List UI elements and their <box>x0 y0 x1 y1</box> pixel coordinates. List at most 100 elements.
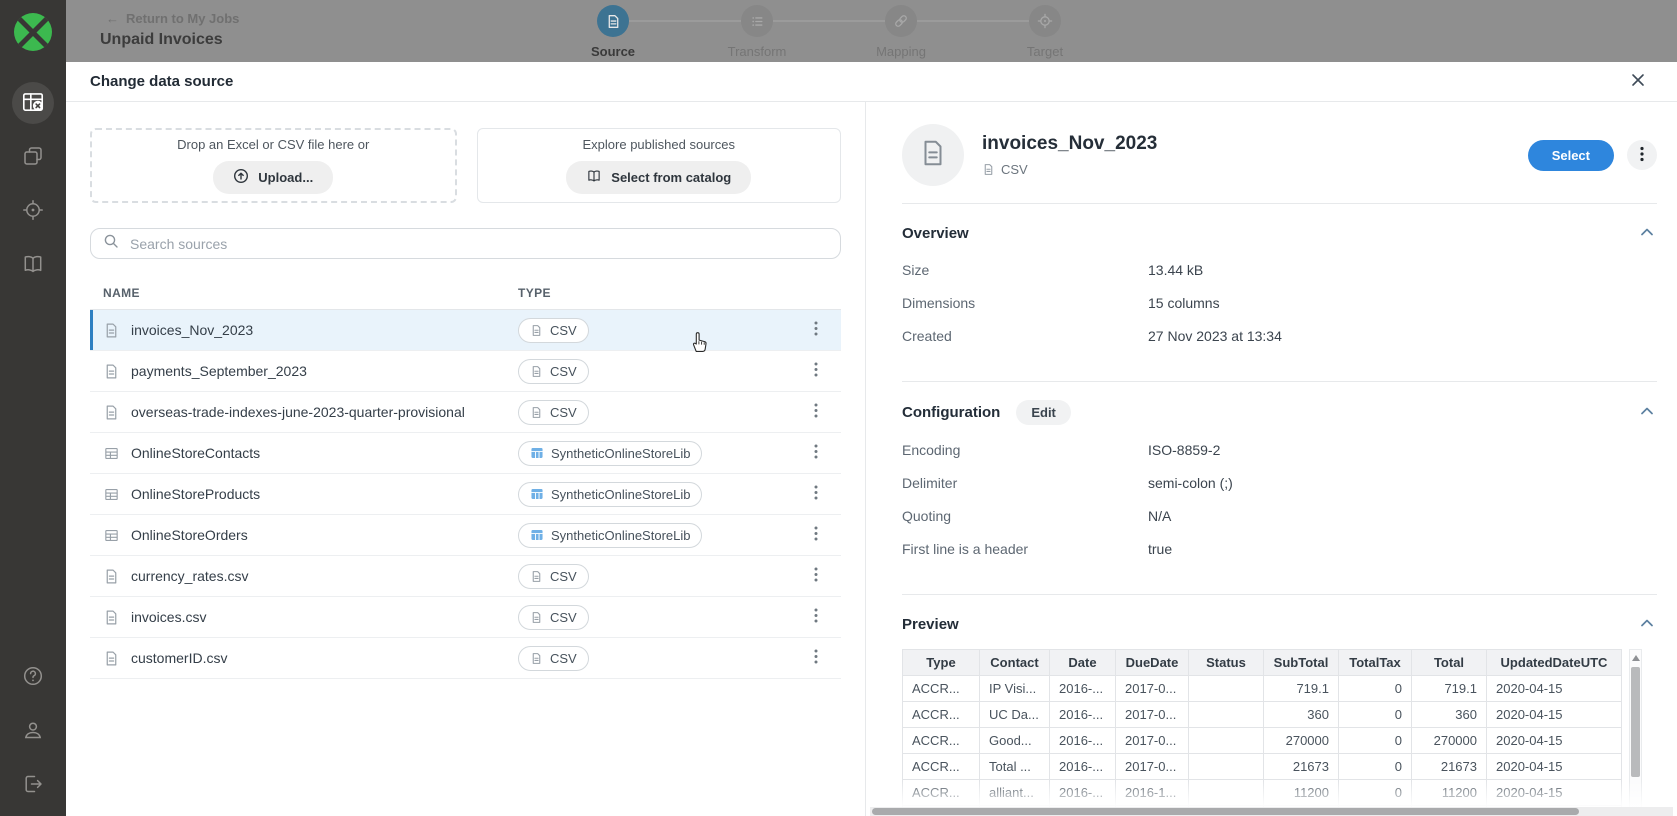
step-transform[interactable]: Transform <box>741 5 773 37</box>
preview-cell: Good... <box>980 728 1050 754</box>
scroll-up-arrow-icon <box>1632 655 1640 661</box>
preview-vertical-scrollbar[interactable] <box>1629 649 1642 816</box>
chevron-up-icon[interactable] <box>1637 222 1657 245</box>
step-connector <box>629 20 741 22</box>
row-menu-button[interactable] <box>803 563 829 589</box>
book-icon <box>586 168 602 187</box>
sidebar-item-help[interactable] <box>12 656 54 698</box>
source-details-pane: invoices_Nov_2023 CSV Select <box>866 102 1677 816</box>
sidebar-item-locate[interactable] <box>12 190 54 232</box>
logout-icon <box>21 772 45 799</box>
sources-table: NAME TYPE invoices_Nov_2023CSVpayments_S… <box>90 286 841 679</box>
source-row[interactable]: customerID.csv CSV <box>90 638 841 679</box>
chevron-up-icon[interactable] <box>1637 613 1657 636</box>
type-label: CSV <box>550 610 577 625</box>
kebab-icon <box>814 567 818 585</box>
row-menu-button[interactable] <box>803 604 829 630</box>
source-name: invoices_Nov_2023 <box>131 322 253 338</box>
search-sources-box <box>90 228 841 259</box>
search-sources-input[interactable] <box>128 235 828 253</box>
config-value: true <box>1148 541 1172 557</box>
source-row[interactable]: OnlineStoreProductsSyntheticOnlineStoreL… <box>90 474 841 515</box>
step-source[interactable]: Source <box>597 5 629 37</box>
type-label: CSV <box>550 569 577 584</box>
preview-column-header: UpdatedDateUTC <box>1487 650 1622 676</box>
step-target[interactable]: Target <box>1029 5 1061 37</box>
file-icon <box>103 568 120 585</box>
row-menu-button[interactable] <box>803 358 829 384</box>
select-from-catalog-button[interactable]: Select from catalog <box>566 161 751 194</box>
file-icon <box>530 611 543 624</box>
file-icon <box>530 652 543 665</box>
preview-cell: 2020-04-15 <box>1487 754 1622 780</box>
select-button[interactable]: Select <box>1528 140 1614 171</box>
source-row[interactable]: currency_rates.csvCSV <box>90 556 841 597</box>
edit-button[interactable]: Edit <box>1016 400 1071 425</box>
sidebar-item-projects[interactable] <box>12 136 54 178</box>
preview-cell: 270000 <box>1264 728 1339 754</box>
column-header-name: NAME <box>90 286 518 300</box>
preview-cell: Total ... <box>980 754 1050 780</box>
row-menu-button[interactable] <box>803 645 829 671</box>
preview-cell: ACCR... <box>903 676 980 702</box>
kebab-icon <box>814 526 818 544</box>
row-menu-button[interactable] <box>803 399 829 425</box>
type-label: CSV <box>550 323 577 338</box>
type-badge: CSV <box>518 400 589 425</box>
return-to-jobs-link[interactable]: ← Return to My Jobs <box>100 10 245 27</box>
table-icon <box>103 486 120 503</box>
row-menu-button[interactable] <box>803 481 829 507</box>
step-mapping[interactable]: Mapping <box>885 5 917 37</box>
sidebar-item-logout[interactable] <box>12 764 54 806</box>
type-badge: CSV <box>518 646 589 671</box>
preview-table: TypeContactDateDueDateStatusSubTotalTota… <box>902 649 1622 816</box>
preview-row: ACCR...UC Da...2016-...2017-0...36003602… <box>903 702 1622 728</box>
preview-horizontal-scrollbar[interactable] <box>870 807 1673 816</box>
scrollbar-thumb[interactable] <box>1631 667 1640 777</box>
overview-value: 15 columns <box>1148 295 1220 311</box>
overview-section: Overview Size13.44 kB Dimensions15 colum… <box>902 203 1657 364</box>
row-menu-button[interactable] <box>803 522 829 548</box>
source-name: customerID.csv <box>131 650 227 666</box>
search-icon <box>103 233 119 254</box>
preview-cell: 0 <box>1339 702 1412 728</box>
preview-cell: 2016-... <box>1050 728 1116 754</box>
overview-heading: Overview <box>902 225 969 242</box>
details-menu-button[interactable] <box>1627 140 1657 170</box>
step-connector <box>917 20 1029 22</box>
upload-button[interactable]: Upload... <box>213 161 333 194</box>
sidebar-item-catalog[interactable] <box>12 244 54 286</box>
config-label: Encoding <box>902 442 1148 458</box>
preview-column-header: TotalTax <box>1339 650 1412 676</box>
source-name: overseas-trade-indexes-june-2023-quarter… <box>131 404 465 420</box>
source-row[interactable]: invoices_Nov_2023 CSV <box>90 310 841 351</box>
preview-cell: 2016-... <box>1050 754 1116 780</box>
file-icon <box>530 365 543 378</box>
source-row[interactable]: overseas-trade-indexes-june-2023-quarter… <box>90 392 841 433</box>
chevron-up-icon[interactable] <box>1637 401 1657 424</box>
link-icon <box>885 5 917 37</box>
app-logo[interactable] <box>0 0 66 64</box>
preview-column-header: Date <box>1050 650 1116 676</box>
row-menu-button[interactable] <box>803 317 829 343</box>
source-row[interactable]: payments_September_2023CSV <box>90 351 841 392</box>
table-icon <box>530 446 544 460</box>
scrollbar-thumb[interactable] <box>872 808 1579 815</box>
preview-cell: ACCR... <box>903 728 980 754</box>
config-label: Delimiter <box>902 475 1148 491</box>
source-row[interactable]: OnlineStoreContactsSyntheticOnlineStoreL… <box>90 433 841 474</box>
sidebar-item-account[interactable] <box>12 710 54 752</box>
source-row[interactable]: OnlineStoreOrdersSyntheticOnlineStoreLib <box>90 515 841 556</box>
app-screen: ← Return to My Jobs Unpaid Invoices Sour… <box>0 0 1677 816</box>
file-dropzone[interactable]: Drop an Excel or CSV file here or Upload… <box>90 128 457 203</box>
close-icon[interactable] <box>1626 68 1650 95</box>
target-icon <box>1029 5 1061 37</box>
source-row[interactable]: invoices.csvCSV <box>90 597 841 638</box>
preview-cell: 21673 <box>1264 754 1339 780</box>
preview-column-header: Type <box>903 650 980 676</box>
table-icon <box>530 528 544 542</box>
table-icon <box>103 527 120 544</box>
row-menu-button[interactable] <box>803 440 829 466</box>
sidebar-item-jobs[interactable] <box>12 82 54 124</box>
catalog-panel: Explore published sources Select from ca… <box>477 128 842 203</box>
